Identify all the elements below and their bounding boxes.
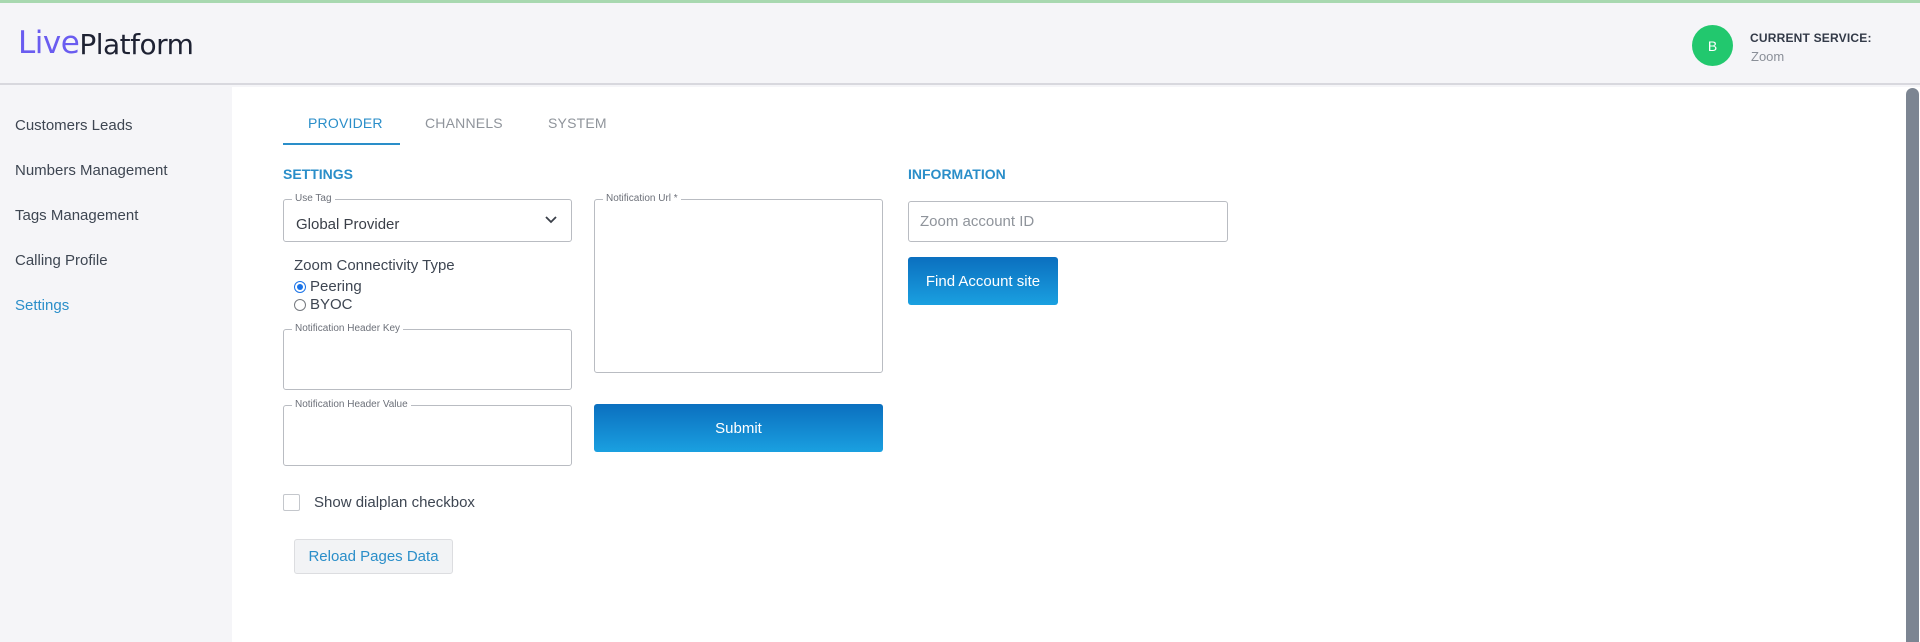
notification-url-field[interactable]: Notification Url * [594,193,883,373]
zoom-account-id-placeholder: Zoom account ID [920,213,1035,230]
radio-byoc-label: BYOC [310,296,353,313]
radio-peering-button[interactable] [294,280,306,293]
use-tag-value: Global Provider [296,216,400,233]
logo-live-text: Live [18,25,80,61]
notification-header-value-field[interactable]: Notification Header Value [283,399,572,466]
current-service-value: Zoom [1751,49,1785,64]
chevron-down-icon [545,216,557,224]
reload-pages-data-button[interactable]: Reload Pages Data [294,539,453,574]
information-section-title: INFORMATION [908,166,1006,182]
tab-channels[interactable]: CHANNELS [425,115,503,131]
radio-byoc-button[interactable] [294,298,306,311]
find-account-site-button[interactable]: Find Account site [908,257,1058,305]
radio-peering[interactable]: Peering [294,278,362,295]
sidebar-item-customers-leads[interactable]: Customers Leads [15,117,133,134]
tab-system[interactable]: SYSTEM [548,115,607,131]
sidebar: Customers Leads Numbers Management Tags … [0,87,232,642]
avatar[interactable]: B [1692,25,1733,66]
use-tag-select[interactable]: Use Tag Global Provider [283,193,572,242]
scrollbar-thumb[interactable] [1906,88,1919,642]
radio-byoc[interactable]: BYOC [294,296,353,313]
active-tab-indicator [283,143,400,145]
liveplatform-logo[interactable]: Live Platform [18,25,194,61]
submit-button[interactable]: Submit [594,404,883,452]
settings-section-title: SETTINGS [283,166,354,182]
connectivity-type-label: Zoom Connectivity Type [294,257,455,274]
logo-platform-text: Platform [79,28,194,61]
notification-header-key-field[interactable]: Notification Header Key [283,323,572,390]
use-tag-legend: Use Tag [292,193,335,204]
notification-header-key-legend: Notification Header Key [292,323,404,334]
show-dialplan-label: Show dialplan checkbox [314,494,475,511]
sidebar-item-settings[interactable]: Settings [15,297,69,314]
sidebar-item-tags-management[interactable]: Tags Management [15,207,138,224]
notification-header-value-legend: Notification Header Value [292,399,411,410]
show-dialplan-checkbox[interactable] [283,494,300,511]
zoom-account-id-input[interactable]: Zoom account ID [908,201,1228,242]
sidebar-item-numbers-management[interactable]: Numbers Management [15,162,168,179]
radio-peering-label: Peering [310,278,362,295]
app-header: Live Platform B CURRENT SERVICE: Zoom [0,3,1920,85]
sidebar-item-calling-profile[interactable]: Calling Profile [15,252,108,269]
current-service-label: CURRENT SERVICE: [1750,31,1872,45]
tab-provider[interactable]: PROVIDER [308,115,383,131]
notification-url-legend: Notification Url * [603,193,681,204]
